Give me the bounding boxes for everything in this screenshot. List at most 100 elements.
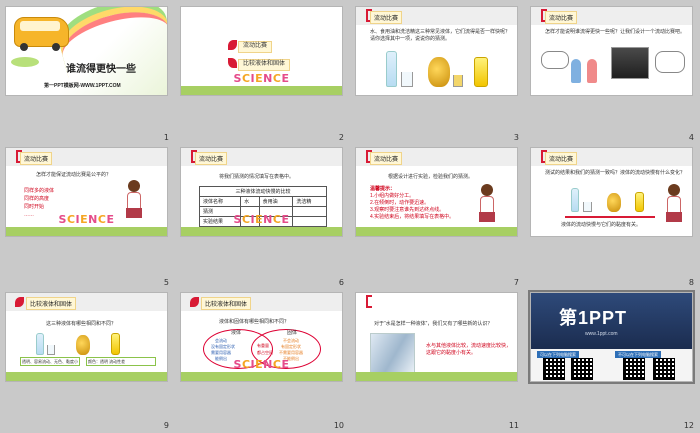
bullet-item: 同时开始 [24, 204, 45, 210]
bus-wheel-icon [20, 43, 28, 51]
teacher-skirt [666, 212, 682, 222]
speech-bubble [655, 51, 685, 73]
slide-header: 流动比赛 [181, 148, 342, 166]
grass-footer [181, 86, 342, 95]
slide-text: 这三种液体有哪些相同和不同？ [46, 321, 117, 327]
leaf-icon [190, 297, 199, 307]
slide-header: 比较液体和固体 [181, 293, 342, 311]
slide-header: 流动比赛 [356, 148, 517, 166]
toc-item-2: 比较液体和固体 [238, 59, 291, 71]
header-title: 比较液体和固体 [201, 297, 252, 310]
venn-left-item: 能倒出 [215, 356, 227, 361]
slide-number: 4 [688, 133, 694, 142]
experiment-photo [611, 47, 649, 79]
qr-code-icon [543, 358, 565, 380]
header-title: 流动比赛 [545, 11, 578, 24]
slide-text: 测试的结果和我们的猜测一致吗？液体的流动快慢有什么变化？ [545, 170, 686, 176]
child-figure [571, 59, 581, 83]
slide-number: 2 [338, 133, 344, 142]
slide-thumbnail-1[interactable]: 谁流得更快一些 第一PPT模板网-WWW.1PPT.COM [5, 6, 168, 96]
toc-item-1: 流动比赛 [238, 41, 273, 53]
slide-thumbnail-7[interactable]: 流动比赛 根据设计进行实验，检验我们的猜测。 温馨提示： 1.小组内做好分工。 … [355, 147, 518, 237]
slide-number: 9 [163, 421, 169, 430]
water-bottle-image [36, 333, 44, 355]
header-title: 比较液体和固体 [26, 297, 77, 310]
slide-header: 流动比赛 [531, 7, 692, 25]
brand-logo: 第1PPT [559, 308, 628, 328]
grass-footer [356, 372, 517, 381]
slide-thumbnail-2[interactable]: 流动比赛 比较液体和固体 SCIENCE [180, 6, 343, 96]
teacher-skirt [479, 212, 495, 222]
slide-number: 12 [683, 421, 694, 430]
slide-text: 怎样才能保证流动比赛是公平的？ [36, 172, 112, 178]
bullet-item: 同样的高度 [24, 196, 50, 202]
teacher-skirt [126, 208, 142, 218]
number-leaf-icon [228, 40, 237, 50]
note-item: 4.实验结束后，将结果填写在表格中。 [370, 214, 455, 220]
water-glass-image [401, 72, 413, 87]
grass-footer [181, 372, 342, 381]
flower-graphic [11, 57, 39, 67]
slide-thumbnail-3[interactable]: 流动比赛 水、食用油和洗洁精这三种常见液体，它们流得是否一样快呢？请你选择其中一… [355, 6, 518, 96]
description-box: 颜色：透明 流动性差 [86, 357, 156, 367]
venn-right-item: 不会流动 [283, 338, 299, 343]
water-glass-image [47, 345, 55, 355]
venn-left-item: 需要用容器 [211, 350, 231, 355]
brand-url: www.1ppt.com [585, 331, 618, 337]
slide-number: 7 [513, 278, 519, 287]
grass-footer [181, 227, 342, 236]
venn-left-label: 液体 [231, 330, 242, 336]
slide-text: 液体和固体有哪些相同和不同？ [219, 319, 290, 325]
slide-number: 5 [163, 278, 169, 287]
note-item: 2.在倾倒时，动作要迅速。 [370, 200, 430, 206]
slide-thumbnail-11[interactable]: 对于“水是怎样一种液体”，我们又有了哪些新的认识？ 水与其他液体比较，流动速度比… [355, 292, 518, 382]
slide-thumbnail-8[interactable]: 流动比赛 测试的结果和我们的猜测一致吗？液体的流动快慢有什么变化？ 液体的流动快… [530, 147, 693, 237]
slide-header: 流动比赛 [6, 148, 167, 166]
slide-text: 将我们猜测的情况填写在表格中。 [219, 174, 295, 180]
slide-thumbnail-10[interactable]: 比较液体和固体 液体和固体有哪些相同和不同？ 液体 固体 会流动 没有固定形状 … [180, 292, 343, 382]
slide-header [356, 293, 517, 311]
oil-bottle-image [428, 57, 450, 87]
slide-thumbnail-9[interactable]: 比较液体和固体 这三种液体有哪些相同和不同？ 透明、容易流动、无色、黏度小 颜色… [5, 292, 168, 382]
number-leaf-icon [228, 58, 237, 68]
qr-code-icon [653, 358, 675, 380]
child-figure [587, 59, 597, 83]
bracket-icon [366, 295, 372, 308]
water-bottle-image [386, 51, 397, 87]
table-cell [292, 206, 327, 217]
water-glass-image [583, 202, 592, 212]
grass-footer [356, 227, 517, 236]
venn-left-item: 没有固定形状 [211, 344, 235, 349]
header-title: 流动比赛 [195, 152, 228, 165]
oil-bottle-image [607, 193, 621, 212]
detergent-bottle-image [635, 192, 644, 212]
table-header-cell: 水 [240, 196, 260, 207]
slide-thumbnail-4[interactable]: 流动比赛 怎样才能说明谁流得更快一些呢？让我们设计一个流动比赛吧。 [530, 6, 693, 96]
detergent-bottle-image [111, 333, 120, 355]
oil-bottle-image [76, 335, 90, 355]
conclusion-text: 水与其他液体比较，流动速度比较快，这跟它的黏度小有关。 [426, 343, 512, 356]
science-logo: SCIENCE [58, 213, 115, 226]
slide-header: 比较液体和固体 [6, 293, 167, 311]
table-header-cell: 液体名称 [198, 196, 242, 207]
slide-thumbnail-6[interactable]: 流动比赛 将我们猜测的情况填写在表格中。 三种液体流动快慢的比较 液体名称 水 … [180, 147, 343, 237]
science-logo: SCIENCE [233, 72, 290, 85]
header-title: 流动比赛 [370, 11, 403, 24]
table-header-cell: 食用油 [258, 196, 294, 207]
leaf-icon [15, 297, 24, 307]
bus-wheel-icon [52, 43, 60, 51]
teacher-figure [481, 184, 493, 196]
header-title: 流动比赛 [545, 152, 578, 165]
slide-title: 谁流得更快一些 [66, 64, 136, 75]
slide-thumbnail-12[interactable]: 第1PPT www.1ppt.com 可以在下列电脑搜索 不可以在下列电脑搜索 [528, 290, 695, 384]
slide-text: 对于“水是怎样一种液体”，我们又有了哪些新的认识？ [374, 321, 493, 327]
venn-mid-item: 有重量 [257, 343, 269, 348]
slide-header: 流动比赛 [356, 7, 517, 25]
venn-right-label: 固体 [287, 330, 298, 336]
venn-right-item: 不需要用容器 [279, 350, 303, 355]
slide-text: 根据设计进行实验，检验我们的猜测。 [388, 174, 474, 180]
slide-subtitle: 第一PPT模板网-WWW.1PPT.COM [44, 83, 121, 89]
qr-code-icon [571, 358, 593, 380]
table-header-cell: 洗洁精 [292, 196, 327, 207]
slide-thumbnail-5[interactable]: 流动比赛 怎样才能保证流动比赛是公平的？ 同样多的液体 同样的高度 同时开始 …… [5, 147, 168, 237]
